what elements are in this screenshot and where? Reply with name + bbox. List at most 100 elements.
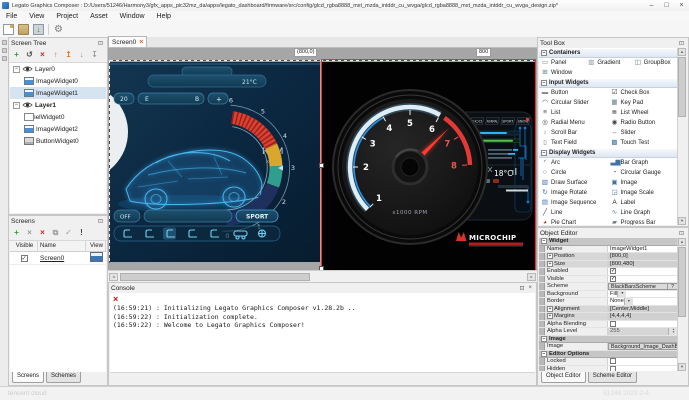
pin-icon[interactable]: ⊡ <box>96 40 105 47</box>
image-asset-button[interactable]: Background_Image_DashBoard <box>608 343 678 350</box>
move-top-icon[interactable]: ↥ <box>63 49 74 61</box>
collapse-icon[interactable]: − <box>541 351 547 357</box>
checkbox[interactable] <box>610 358 616 364</box>
select-value[interactable]: None <box>608 298 624 305</box>
move-down-icon[interactable]: ↓ <box>76 49 87 61</box>
toolbox-item-window[interactable]: ⊞Window <box>539 68 585 78</box>
tree-item-buttonwidget0[interactable]: ButtonWidget0 <box>10 135 106 147</box>
toolbox-item-panel[interactable]: ▭Panel <box>539 58 585 68</box>
toolbox-item-bar-graph[interactable]: ▃▆Bar Graph <box>609 158 679 168</box>
duplicate-screen-icon[interactable]: ⧉ <box>50 227 61 239</box>
tree-item-imagewidget1[interactable]: ImageWidget1 <box>10 87 106 99</box>
collapse-icon[interactable]: − <box>541 80 547 86</box>
toolbox-item-groupbox[interactable]: ◫GroupBox <box>632 58 678 68</box>
toolbox-item-label[interactable]: ALabel <box>609 198 679 208</box>
toolbox-item-progress-bar[interactable]: ▰Progress Bar <box>609 218 679 225</box>
toolbox-item-circle[interactable]: ○Circle <box>539 168 609 178</box>
open-project-icon[interactable] <box>18 24 29 35</box>
toolbox-section-input-widgets[interactable]: −Input Widgets <box>539 78 678 88</box>
tab-scheme-editor[interactable]: Scheme Editor <box>588 372 637 383</box>
toolbox-item-touch-test[interactable]: ▩Touch Test <box>609 138 679 148</box>
screen-view-icon[interactable] <box>90 252 103 262</box>
scroll-up-arrow[interactable]: ▲ <box>678 48 686 56</box>
scroll-down-arrow[interactable]: ▼ <box>678 217 686 225</box>
menu-view[interactable]: View <box>23 13 50 20</box>
expand-icon[interactable]: + <box>547 313 553 319</box>
collapse-icon[interactable]: − <box>541 150 547 156</box>
select-value[interactable]: Fill <box>608 291 617 298</box>
toolbox-item-check-box[interactable]: ☑Check Box <box>609 88 679 98</box>
tab-screen0[interactable]: Screen0 × <box>108 36 147 47</box>
tree-item-layer1[interactable]: −Layer1 <box>10 99 106 111</box>
collapse-icon[interactable]: − <box>13 66 20 73</box>
property-section-widget[interactable]: −Widget <box>539 238 678 246</box>
toolbox-section-containers[interactable]: −Containers <box>539 48 678 58</box>
selection-handle-left[interactable] <box>319 163 324 168</box>
screen-name-link[interactable]: Screen0 <box>40 255 64 262</box>
scroll-right-arrow[interactable]: ▸ <box>527 273 536 281</box>
collapse-icon[interactable]: − <box>13 102 20 109</box>
tree-item-imagewidget0[interactable]: ImageWidget0 <box>10 75 106 87</box>
dropdown-arrow-icon[interactable]: ▼ <box>617 291 626 298</box>
scroll-left-arrow[interactable]: ◂ <box>109 273 118 281</box>
visibility-eye-icon[interactable] <box>22 65 33 73</box>
dock-button[interactable] <box>2 48 7 53</box>
toolbox-item-key-pad[interactable]: ▦Key Pad <box>609 98 679 108</box>
toolbox-item-slider[interactable]: ↔Slider <box>609 128 679 138</box>
canvas-horizontal-scrollbar[interactable]: ◂ ▸ <box>108 270 537 282</box>
collapse-icon[interactable]: − <box>541 238 547 244</box>
toolbox-item-radial-menu[interactable]: ◎Radial Menu <box>539 118 609 128</box>
move-bottom-icon[interactable]: ↧ <box>89 49 100 61</box>
console-scrollbar[interactable] <box>110 372 535 384</box>
tree-item-panelwidget0[interactable]: PanelWidget0 <box>10 111 106 123</box>
object-editor-scrollbar[interactable]: ▲ ▼ <box>677 238 687 371</box>
scroll-up-arrow[interactable]: ▲ <box>678 238 686 246</box>
close-panel-icon[interactable]: × <box>526 285 534 291</box>
toolbox-item-circular-slider[interactable]: ◠Circular Slider <box>539 98 609 108</box>
scrollbar-thumb[interactable] <box>678 247 686 317</box>
toolbox-item-image-sequence[interactable]: ▤Image Sequence <box>539 198 609 208</box>
pin-icon[interactable]: ⊡ <box>677 40 686 47</box>
add-screen-icon[interactable]: + <box>11 227 22 239</box>
dock-button[interactable] <box>2 56 7 61</box>
visible-checkbox[interactable]: ✓ <box>21 255 28 262</box>
warning-icon[interactable]: ! <box>76 227 87 239</box>
toolbox-item-line-graph[interactable]: ∿Line Graph <box>609 208 679 218</box>
move-up-icon[interactable]: ↑ <box>50 49 61 61</box>
toolbox-scrollbar[interactable]: ▲ ▼ <box>677 48 687 225</box>
tab-schemes[interactable]: Schemes <box>46 372 81 383</box>
expand-icon[interactable]: + <box>547 261 553 267</box>
scheme-value-button[interactable]: BlackBarsScheme <box>608 283 668 290</box>
toolbox-item-text-field[interactable]: ▯Text Field <box>539 138 609 148</box>
maximize-button[interactable]: □ <box>659 1 674 11</box>
visibility-eye-icon[interactable] <box>22 101 33 109</box>
menu-asset[interactable]: Asset <box>84 13 114 20</box>
checkbox[interactable] <box>610 321 616 327</box>
remove-screen-icon[interactable]: × <box>24 227 35 239</box>
screen-row-screen0[interactable]: ✓ Screen0 <box>10 252 106 265</box>
toolbox-item-list[interactable]: ≡List <box>539 108 609 118</box>
toolbox-item-image[interactable]: ▣Image <box>609 178 679 188</box>
toolbox-item-arc[interactable]: ◜Arc <box>539 158 609 168</box>
scroll-down-arrow[interactable]: ▼ <box>678 363 686 371</box>
menu-project[interactable]: Project <box>50 13 84 20</box>
tree-item-imagewidget2[interactable]: ImageWidget2 <box>10 123 106 135</box>
toolbox-item-gradient[interactable]: ▥Gradient <box>585 58 631 68</box>
tab-close-icon[interactable]: × <box>139 39 143 46</box>
pin-icon[interactable]: ⊡ <box>517 285 526 292</box>
value-text[interactable]: ImageWidget1 <box>608 246 647 253</box>
toolbox-item-pie-chart[interactable]: ◕Pie Chart <box>539 218 609 225</box>
design-canvas[interactable]: 21°C 20 E B + RPM x1000 <box>108 48 537 282</box>
delete-screen-icon[interactable]: × <box>37 227 48 239</box>
pin-icon[interactable]: ⊡ <box>96 218 105 225</box>
checkbox[interactable] <box>610 366 616 371</box>
collapse-icon[interactable]: − <box>541 336 547 342</box>
scrollbar-thumb[interactable] <box>120 273 310 281</box>
add-widget-icon[interactable]: + <box>11 49 22 61</box>
toolbox-item-circular-gauge[interactable]: ◔Circular Gauge <box>609 168 679 178</box>
new-project-icon[interactable] <box>3 24 14 35</box>
clear-console-icon[interactable]: × <box>110 293 535 304</box>
property-section-image[interactable]: −Image <box>539 336 678 344</box>
checkbox[interactable]: ✓ <box>610 276 616 282</box>
save-project-icon[interactable]: ↓ <box>33 24 44 35</box>
